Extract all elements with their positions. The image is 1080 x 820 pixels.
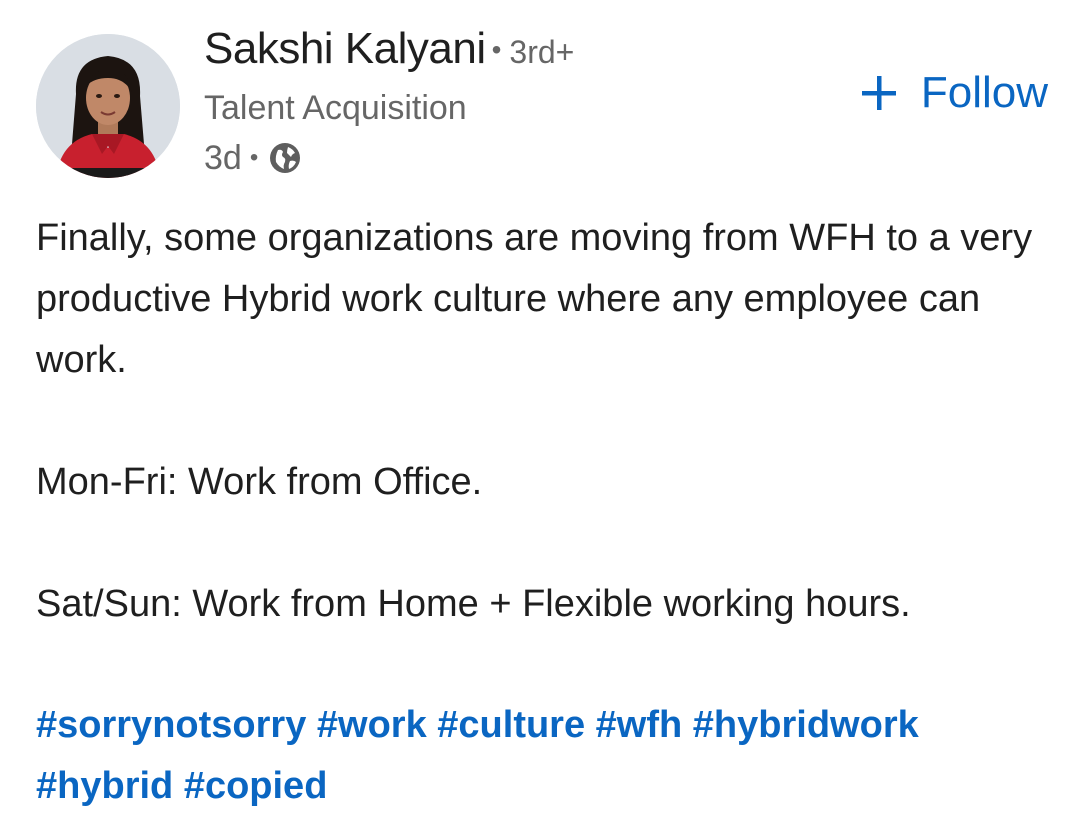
follow-button[interactable]: Follow — [859, 68, 1048, 118]
post-paragraph: Finally, some organizations are moving f… — [36, 217, 1033, 381]
post-time: 3d — [204, 138, 242, 177]
hashtag-link[interactable]: #copied — [184, 765, 328, 807]
hashtag-link[interactable]: #sorrynotsorry — [36, 704, 306, 746]
hashtag-link[interactable]: #work — [317, 704, 427, 746]
profile-photo — [36, 34, 180, 178]
linkedin-post: Sakshi Kalyani • 3rd+ Talent Acquisition… — [0, 0, 1080, 820]
author-info: Sakshi Kalyani • 3rd+ Talent Acquisition… — [204, 24, 804, 178]
plus-icon — [859, 73, 899, 113]
author-name[interactable]: Sakshi Kalyani — [204, 24, 486, 74]
post-body: Finally, some organizations are moving f… — [36, 208, 1046, 635]
hashtag-list: #sorrynotsorry #work #culture #wfh #hybr… — [36, 695, 1046, 817]
connection-degree: 3rd+ — [509, 34, 575, 70]
post-paragraph: Mon-Fri: Work from Office. — [36, 461, 483, 503]
hashtag-link[interactable]: #hybrid — [36, 765, 173, 807]
post-meta: 3d • — [204, 138, 804, 178]
separator-dot: • — [491, 34, 502, 65]
hashtag-link[interactable]: #wfh — [596, 704, 683, 746]
hashtag-link[interactable]: #culture — [437, 704, 585, 746]
name-line: Sakshi Kalyani • 3rd+ — [204, 24, 804, 80]
hashtag-link[interactable]: #hybridwork — [693, 704, 919, 746]
author-headline: Talent Acquisition — [204, 89, 467, 127]
globe-icon — [268, 141, 302, 175]
post-paragraph: Sat/Sun: Work from Home + Flexible worki… — [36, 583, 911, 625]
separator-dot: • — [249, 144, 259, 171]
avatar[interactable] — [36, 34, 180, 178]
follow-label: Follow — [920, 68, 1048, 117]
